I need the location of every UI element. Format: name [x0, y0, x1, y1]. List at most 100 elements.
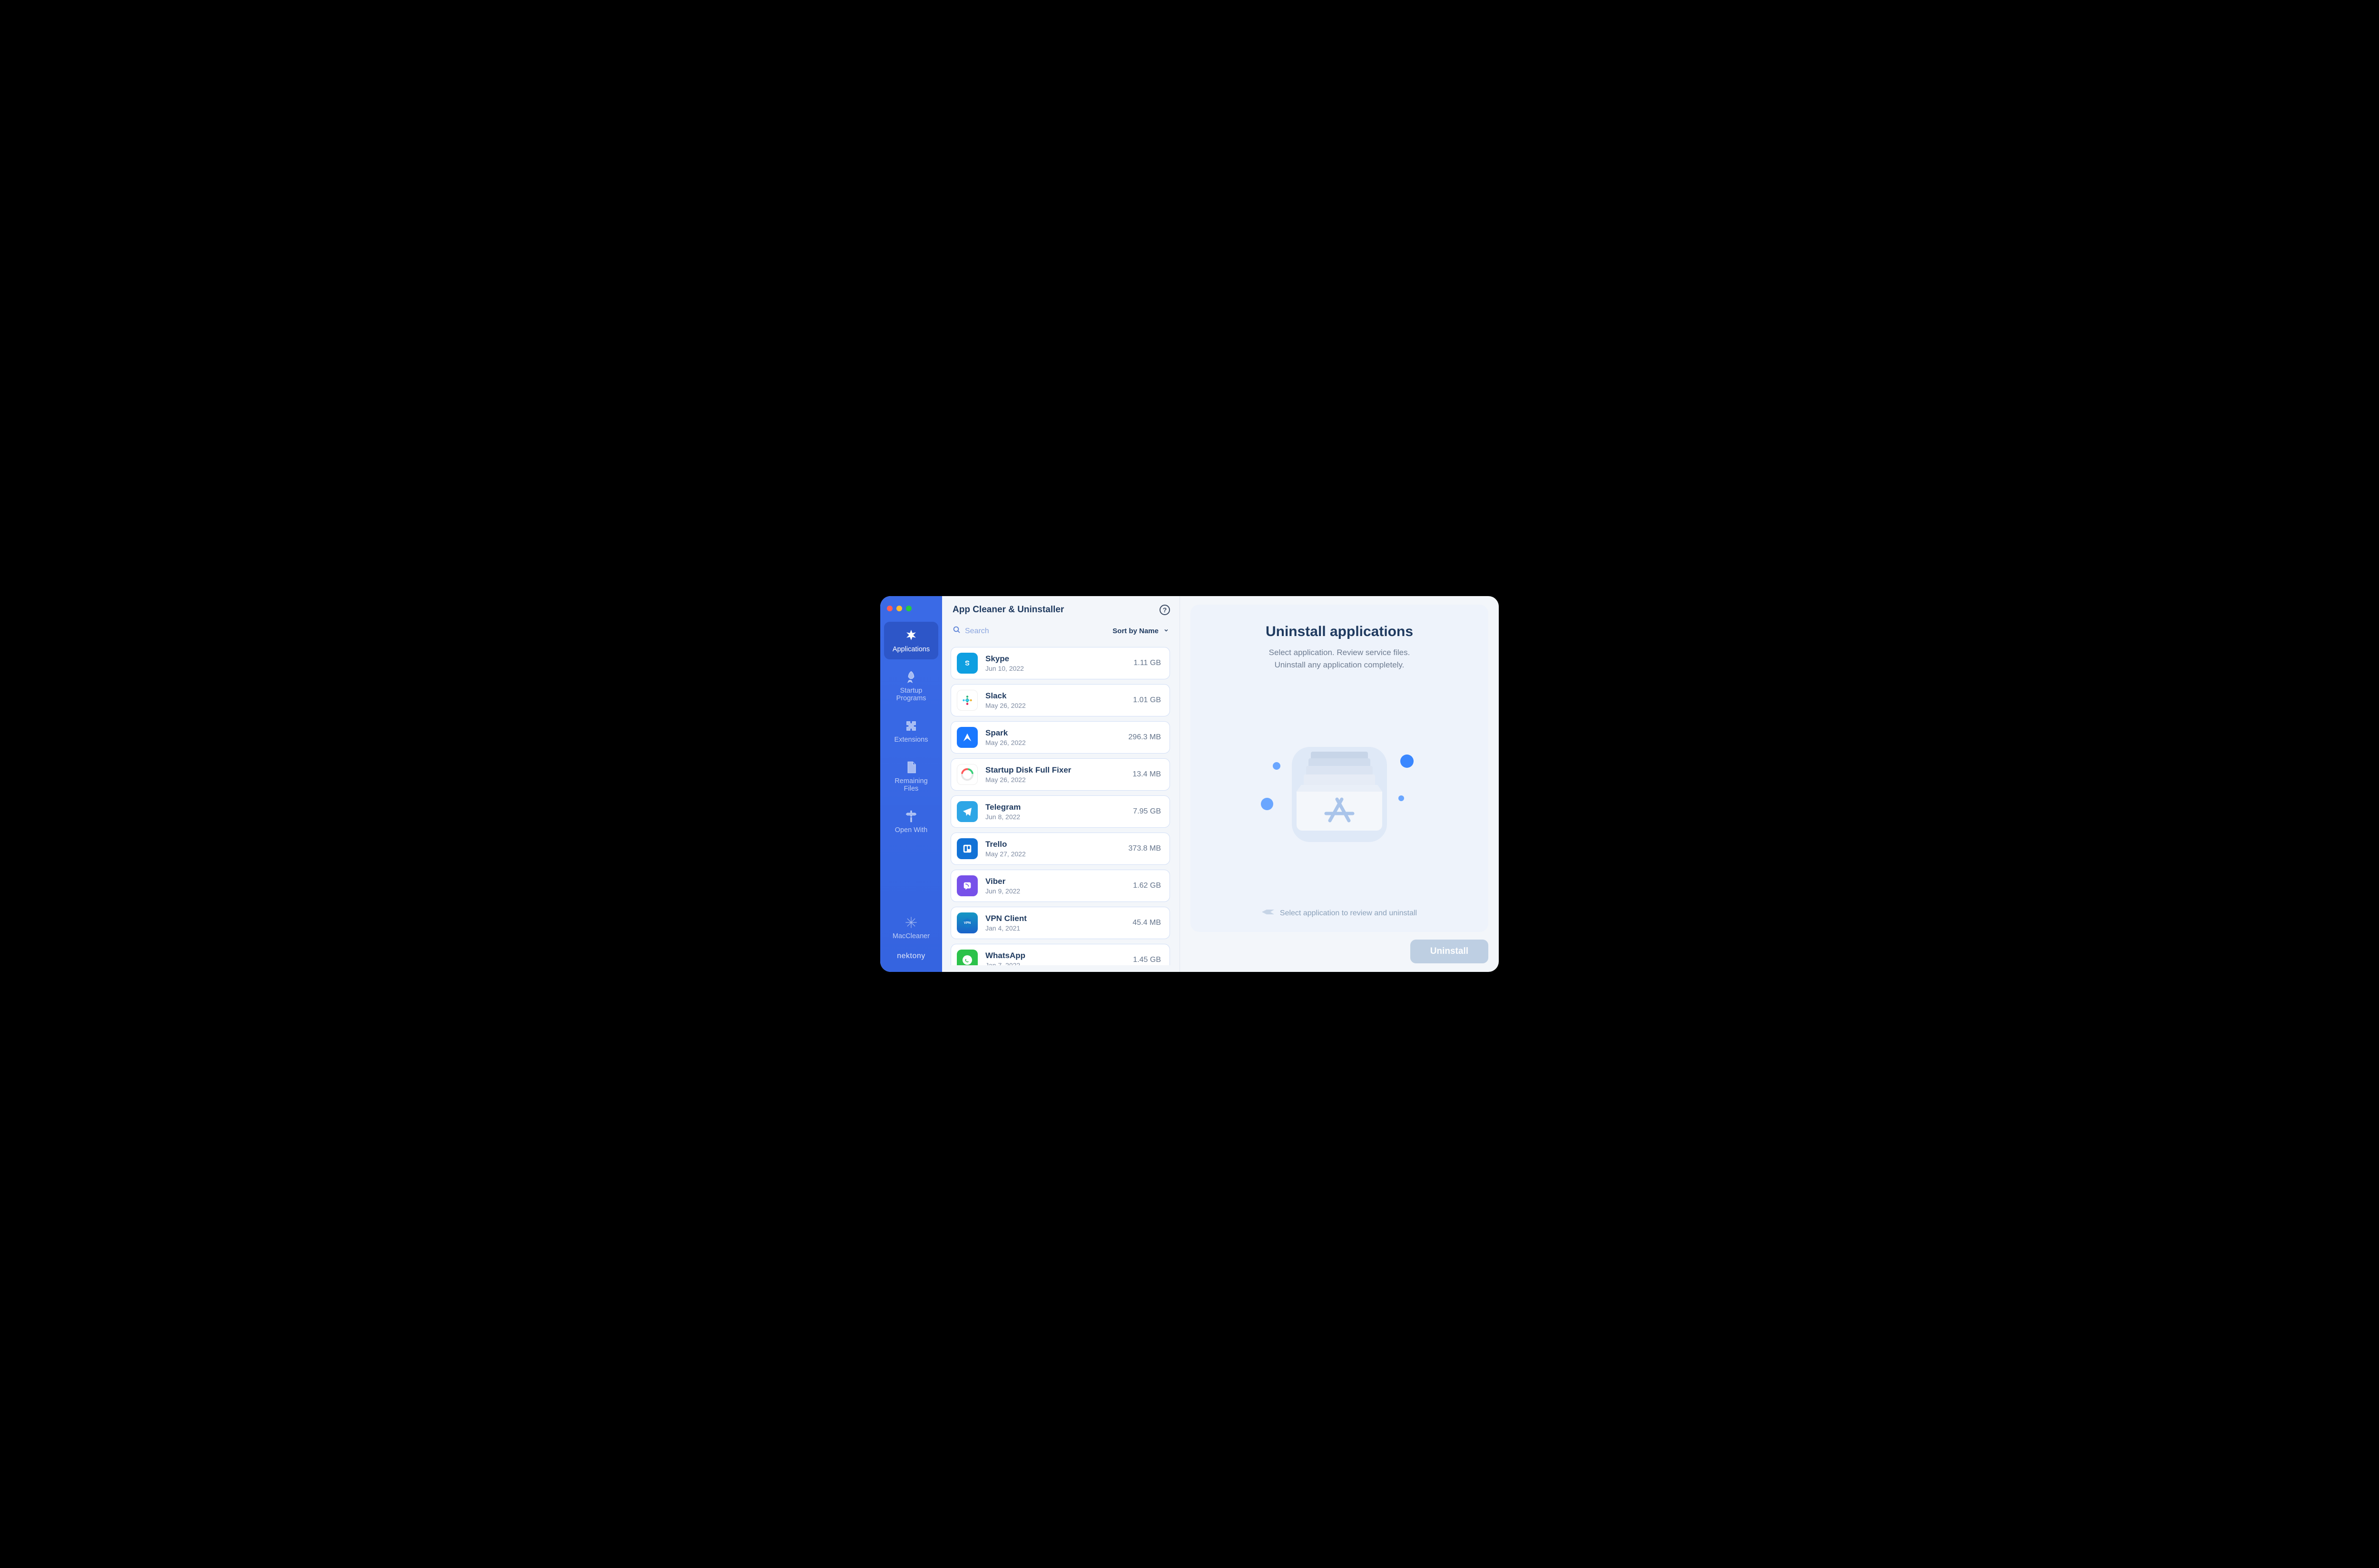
app-row-size: 1.01 GB — [1133, 696, 1161, 705]
app-row-name: Trello — [985, 840, 1121, 849]
minimize-window-button[interactable] — [896, 606, 902, 611]
app-row-name: Spark — [985, 728, 1121, 738]
app-row-name: VPN Client — [985, 914, 1125, 923]
arrow-left-icon — [1262, 908, 1274, 919]
puzzle-icon — [904, 719, 918, 733]
app-row-meta: Slack May 26, 2022 — [985, 691, 1125, 709]
sidebar-item-label: MacCleaner — [893, 932, 930, 941]
app-row-meta: WhatsApp Jan 7, 2022 — [985, 951, 1125, 965]
search-field[interactable] — [953, 626, 1041, 637]
app-row-date: Jun 10, 2022 — [985, 665, 1126, 672]
sdff-icon — [957, 764, 978, 785]
detail-panel: Uninstall applications Select applicatio… — [1180, 596, 1499, 972]
app-row-date: Jan 7, 2022 — [985, 961, 1125, 965]
app-row-date: Jun 9, 2022 — [985, 887, 1125, 895]
app-list[interactable]: Skype Jun 10, 2022 1.11 GB Slack May 26,… — [951, 647, 1173, 965]
sidebar-item-maccleaner[interactable]: MacCleaner — [884, 909, 938, 946]
sort-button[interactable]: Sort by Name — [1112, 627, 1169, 635]
sidebar-item-remaining-files[interactable]: Remaining Files — [884, 754, 938, 799]
app-row-size: 45.4 MB — [1132, 919, 1161, 927]
sort-label: Sort by Name — [1112, 627, 1159, 635]
signpost-icon — [904, 809, 918, 823]
app-row-date: May 26, 2022 — [985, 702, 1125, 709]
vpn-icon: VPN — [957, 912, 978, 933]
file-icon — [904, 760, 918, 774]
empty-state-sub-line: Uninstall any application completely. — [1275, 660, 1405, 669]
panel-title: App Cleaner & Uninstaller — [953, 605, 1064, 615]
app-row-name: Slack — [985, 691, 1125, 701]
app-row-date: Jan 4, 2021 — [985, 924, 1125, 932]
app-row[interactable]: WhatsApp Jan 7, 2022 1.45 GB — [951, 944, 1170, 965]
app-row-name: WhatsApp — [985, 951, 1125, 960]
applications-icon — [904, 628, 918, 643]
uninstall-button[interactable]: Uninstall — [1410, 940, 1488, 963]
app-row-size: 13.4 MB — [1132, 770, 1161, 779]
app-row[interactable]: Skype Jun 10, 2022 1.11 GB — [951, 647, 1170, 679]
sidebar-item-label: Startup Programs — [896, 687, 926, 703]
app-row-size: 7.95 GB — [1133, 807, 1161, 816]
empty-state-subtitle: Select application. Review service files… — [1269, 647, 1410, 672]
sidebar-item-extensions[interactable]: Extensions — [884, 712, 938, 750]
app-row-meta: Trello May 27, 2022 — [985, 840, 1121, 858]
app-row-meta: Skype Jun 10, 2022 — [985, 654, 1126, 672]
app-row-date: Jun 8, 2022 — [985, 813, 1125, 821]
zoom-window-button[interactable] — [906, 606, 912, 611]
sidebar-item-label: Remaining Files — [895, 777, 927, 793]
app-row-meta: Telegram Jun 8, 2022 — [985, 803, 1125, 821]
app-row[interactable]: Telegram Jun 8, 2022 7.95 GB — [951, 795, 1170, 828]
sidebar-item-applications[interactable]: Applications — [884, 622, 938, 659]
sidebar-item-label: Open With — [895, 826, 928, 834]
app-row-size: 296.3 MB — [1129, 733, 1161, 742]
telegram-icon — [957, 801, 978, 822]
app-row[interactable]: Viber Jun 9, 2022 1.62 GB — [951, 870, 1170, 902]
app-row-name: Viber — [985, 877, 1125, 886]
app-row-date: May 26, 2022 — [985, 739, 1121, 746]
empty-state-hint: Select application to review and uninsta… — [1262, 908, 1417, 921]
sidebar-item-startup-programs[interactable]: Startup Programs — [884, 663, 938, 708]
app-window: Applications Startup Programs Extensions… — [880, 596, 1499, 972]
sidebar-item-label: Applications — [893, 646, 930, 654]
skype-icon — [957, 653, 978, 674]
panel-toolbar: Sort by Name — [951, 623, 1173, 643]
app-row-date: May 27, 2022 — [985, 850, 1121, 858]
slack-icon — [957, 690, 978, 711]
sidebar-item-open-with[interactable]: Open With — [884, 803, 938, 840]
app-row[interactable]: Spark May 26, 2022 296.3 MB — [951, 721, 1170, 754]
app-row-name: Skype — [985, 654, 1126, 664]
app-row-size: 1.62 GB — [1133, 882, 1161, 890]
chevron-down-icon — [1163, 627, 1169, 635]
search-icon — [953, 626, 961, 637]
app-row-size: 1.45 GB — [1133, 956, 1161, 964]
app-row-name: Telegram — [985, 803, 1125, 812]
app-row-meta: VPN Client Jan 4, 2021 — [985, 914, 1125, 932]
empty-state-sub-line: Select application. Review service files… — [1269, 648, 1410, 657]
app-row[interactable]: VPN VPN Client Jan 4, 2021 45.4 MB — [951, 907, 1170, 939]
empty-state-title: Uninstall applications — [1266, 624, 1413, 640]
help-button[interactable]: ? — [1160, 605, 1170, 615]
app-row-meta: Spark May 26, 2022 — [985, 728, 1121, 746]
app-row-meta: Startup Disk Full Fixer May 26, 2022 — [985, 765, 1125, 784]
empty-state-illustration — [1209, 676, 1469, 903]
empty-state-hint-text: Select application to review and uninsta… — [1280, 909, 1417, 918]
window-controls — [880, 601, 942, 620]
brand-label: nektony — [880, 948, 942, 968]
search-input[interactable] — [965, 627, 1041, 636]
app-list-panel: App Cleaner & Uninstaller ? Sort by Name — [942, 596, 1180, 972]
app-row-size: 373.8 MB — [1129, 844, 1161, 853]
close-window-button[interactable] — [887, 606, 893, 611]
trello-icon — [957, 838, 978, 859]
panel-header: App Cleaner & Uninstaller ? — [951, 605, 1173, 619]
sidebar-item-label: Extensions — [895, 736, 928, 744]
app-row-meta: Viber Jun 9, 2022 — [985, 877, 1125, 895]
svg-text:VPN: VPN — [964, 921, 971, 925]
snowflake-icon — [904, 915, 918, 930]
rocket-icon — [904, 670, 918, 684]
app-row[interactable]: Startup Disk Full Fixer May 26, 2022 13.… — [951, 758, 1170, 791]
whatsapp-icon — [957, 950, 978, 965]
sidebar: Applications Startup Programs Extensions… — [880, 596, 942, 972]
spark-icon — [957, 727, 978, 748]
app-row[interactable]: Slack May 26, 2022 1.01 GB — [951, 684, 1170, 716]
viber-icon — [957, 875, 978, 896]
app-row-size: 1.11 GB — [1133, 659, 1161, 667]
app-row[interactable]: Trello May 27, 2022 373.8 MB — [951, 833, 1170, 865]
